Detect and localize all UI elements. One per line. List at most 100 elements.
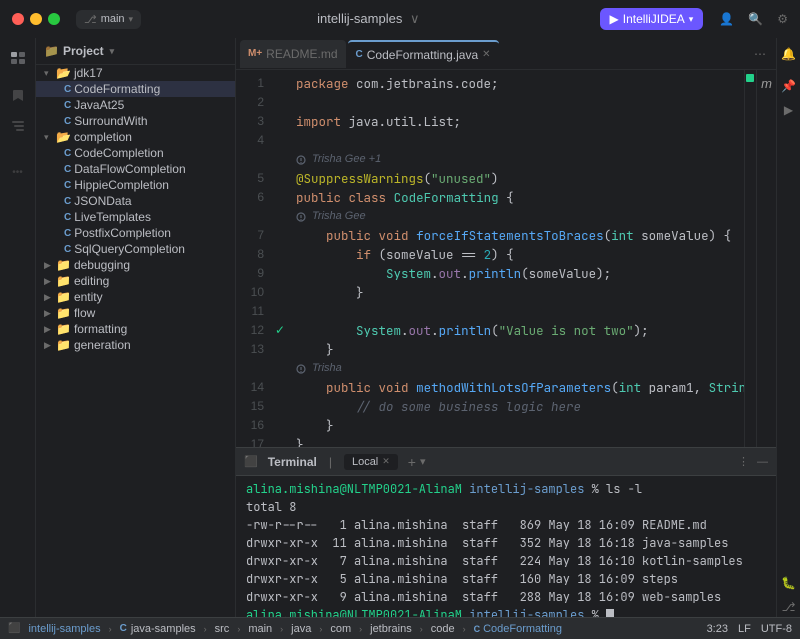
minimize-button[interactable] (30, 13, 42, 25)
profile-icon[interactable]: 👤 (719, 12, 734, 26)
close-local-icon[interactable]: ✕ (382, 456, 390, 467)
folder-icon: 📁 (56, 258, 71, 272)
line-num-hint (236, 207, 264, 226)
tree-item-livetemplates[interactable]: C LiveTemplates (36, 209, 235, 225)
line-num: 2 (236, 93, 264, 112)
search-icon[interactable]: 🔍 (748, 12, 763, 26)
branch-name: main (101, 13, 125, 25)
sidebar-icon-project[interactable] (4, 44, 32, 72)
gutter-checkmark: ✓ (272, 321, 288, 340)
tree-item-formatting[interactable]: ▶ 📁 formatting (36, 321, 235, 337)
code-line-1: package com.jetbrains.code; (296, 74, 736, 93)
local-tab[interactable]: Local ✕ (344, 454, 398, 470)
tree-item-jsondata[interactable]: C JSONData (36, 193, 235, 209)
java-icon: C (64, 84, 71, 95)
tree-item-jdk17[interactable]: ▾ 📂 jdk17 (36, 65, 235, 81)
terminal-content[interactable]: alina.mishina@NLTMP0021-AlinaM intellij-… (236, 476, 776, 617)
tree-item-label: CodeCompletion (74, 146, 163, 160)
debug-icon[interactable]: 🐛 (779, 573, 799, 593)
tree-item-label: JSONData (74, 194, 131, 208)
gutter-cell (272, 264, 288, 283)
line-num: 4 (236, 131, 264, 150)
more-icon[interactable]: ⋮ (738, 455, 749, 468)
tree-item-sqlquerycompletion[interactable]: C SqlQueryCompletion (36, 241, 235, 257)
code-line-12: System.out.println("Value is not two"); (296, 321, 736, 340)
terminal-tab[interactable]: Terminal (268, 455, 317, 469)
breadcrumb-arrow: › (204, 624, 207, 634)
intellij-button[interactable]: ▶ IntelliJIDEA ▾ (600, 8, 704, 30)
line-num: 7 (236, 226, 264, 245)
tree-item-label: SqlQueryCompletion (74, 242, 185, 256)
notification-icon[interactable]: 🔔 (779, 44, 799, 64)
minimize-terminal-icon[interactable]: — (757, 456, 768, 468)
chevron-down-icon[interactable]: ▾ (420, 455, 426, 468)
tree-item-surroundwith[interactable]: C SurroundWith (36, 113, 235, 129)
folder-icon: 📁 (56, 274, 71, 288)
close-button[interactable] (12, 13, 24, 25)
tree-item-postfixcompletion[interactable]: C PostfixCompletion (36, 225, 235, 241)
code-line-14: public void methodWithLotsOfParameters(i… (296, 378, 736, 397)
status-position[interactable]: 3:23 (707, 623, 728, 635)
project-label: Project (63, 44, 104, 58)
status-project[interactable]: intellij-samples (28, 623, 100, 635)
tree-item-debugging[interactable]: ▶ 📁 debugging (36, 257, 235, 273)
folder-icon: 📁 (56, 338, 71, 352)
more-tabs-icon[interactable]: ⋯ (748, 47, 772, 61)
folder-icon: 📁 (56, 322, 71, 336)
line-num: 12 (236, 321, 264, 340)
status-jetbrains: jetbrains (370, 623, 412, 635)
bookmark-right-icon[interactable]: 📌 (779, 76, 799, 96)
close-tab-button[interactable]: ✕ (482, 49, 490, 60)
tree-item-entity[interactable]: ▶ 📁 entity (36, 289, 235, 305)
maximize-button[interactable] (48, 13, 60, 25)
tree-item-label: flow (74, 306, 95, 320)
tree-item-label: formatting (74, 322, 127, 336)
run-icon[interactable]: ▶ (779, 100, 799, 120)
line-num: 5 (236, 169, 264, 188)
sidebar-icon-bookmarks[interactable] (4, 82, 32, 110)
tree-item-editing[interactable]: ▶ 📁 editing (36, 273, 235, 289)
code-line-3: import java.util.List; (296, 112, 736, 131)
sidebar-icon-structure[interactable] (4, 112, 32, 140)
status-right-section: 3:23 LF UTF-8 (707, 623, 792, 635)
hint-trisha: Trisha (296, 359, 736, 378)
expand-arrow: ▶ (44, 340, 56, 351)
code-line-4 (296, 131, 736, 150)
terminal-line: drwxr-xr-x 7 alina.mishina staff 224 May… (246, 552, 766, 570)
branch-selector[interactable]: ⎇ main ▾ (76, 10, 141, 29)
tab-label: CodeFormatting.java (367, 48, 478, 62)
code-editor[interactable]: package com.jetbrains.code; import java.… (288, 70, 744, 447)
tab-codeformatting[interactable]: C CodeFormatting.java ✕ (348, 40, 499, 68)
line-num-hint (236, 359, 264, 378)
tree-item-completion[interactable]: ▾ 📂 completion (36, 129, 235, 145)
tab-readme[interactable]: M+ README.md (240, 40, 346, 68)
tree-item-javaat25[interactable]: C JavaAt25 (36, 97, 235, 113)
right-gutter-scrollbar[interactable] (744, 70, 756, 447)
status-codeformatting[interactable]: CCodeFormatting (474, 623, 562, 635)
tree-item-label: JavaAt25 (74, 98, 124, 112)
tree-item-codecompletion[interactable]: C CodeCompletion (36, 145, 235, 161)
tree-item-hippiecompletion[interactable]: C HippieCompletion (36, 177, 235, 193)
git-icon[interactable]: ⎇ (779, 597, 799, 617)
settings-icon[interactable]: ⚙ (777, 12, 788, 26)
terminal-line: alina.mishina@NLTMP0021-AlinaM intellij-… (246, 480, 766, 498)
gutter-cell (272, 283, 288, 302)
tree-item-generation[interactable]: ▶ 📁 generation (36, 337, 235, 353)
line-num-hint (236, 150, 264, 169)
status-java[interactable]: Cjava-samples (120, 623, 196, 635)
readme-icon: M+ (248, 48, 262, 59)
tree-item-flow[interactable]: ▶ 📁 flow (36, 305, 235, 321)
status-lf[interactable]: LF (738, 623, 751, 635)
breadcrumb-arrow: › (359, 624, 362, 634)
status-encoding[interactable]: UTF-8 (761, 623, 792, 635)
tree-item-codeformatting[interactable]: C CodeFormatting (36, 81, 235, 97)
tree-item-label: debugging (74, 258, 130, 272)
sidebar-icon-more[interactable]: ••• (4, 158, 32, 186)
add-terminal-icon[interactable]: + (408, 454, 416, 470)
folder-icon: 📂 (56, 130, 71, 144)
terminal-line-prompt: alina.mishina@NLTMP0021-AlinaM intellij-… (246, 606, 766, 617)
breadcrumb-arrow: › (463, 624, 466, 634)
gutter-cell (272, 112, 288, 131)
tree-item-dataflowcompletion[interactable]: C DataFlowCompletion (36, 161, 235, 177)
tree-item-label: HippieCompletion (74, 178, 169, 192)
